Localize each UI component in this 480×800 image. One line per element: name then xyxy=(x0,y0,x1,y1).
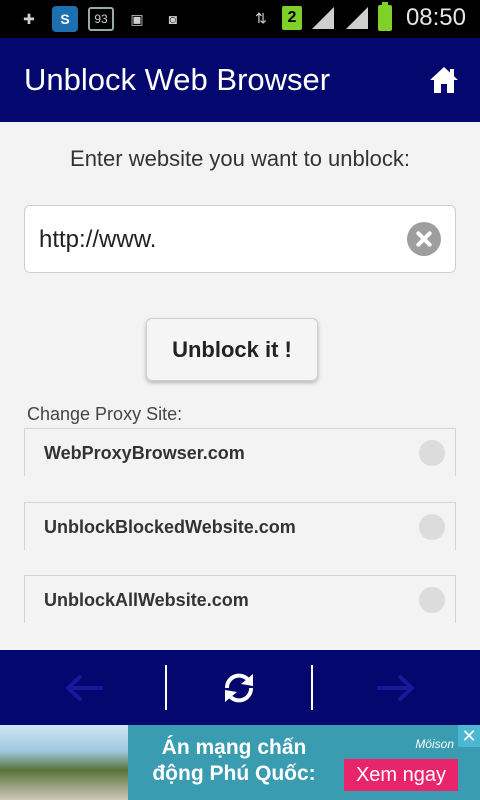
forward-button[interactable] xyxy=(354,650,440,725)
unblock-button[interactable]: Unblock it ! xyxy=(146,318,318,381)
status-right-icons: ⇅ 2 08:50 xyxy=(248,2,466,32)
ad-brand: Möison xyxy=(415,737,454,751)
home-button[interactable] xyxy=(428,64,460,96)
app-bar: Unblock Web Browser xyxy=(0,38,480,122)
status-left-icons: ✚ S 93 ▣ ◙ xyxy=(16,6,186,32)
gallery-icon: ▣ xyxy=(130,10,144,27)
clock: 08:50 xyxy=(405,4,466,31)
url-field-container xyxy=(24,205,456,273)
wifi-icon: ⇅ xyxy=(255,9,267,26)
ad-headline-line1: Án mạng chấn xyxy=(161,736,307,759)
skype-icon: S xyxy=(52,6,78,32)
ad-image xyxy=(0,725,128,800)
proxy-option-label: UnblockBlockedWebsite.com xyxy=(44,517,296,537)
app-title: Unblock Web Browser xyxy=(24,62,331,97)
proxy-option-label: WebProxyBrowser.com xyxy=(44,443,245,463)
ad-cta-button[interactable]: Xem ngay xyxy=(344,759,458,791)
proxy-radio[interactable] xyxy=(419,587,445,613)
nav-divider xyxy=(165,665,167,710)
signal-icon xyxy=(311,7,334,29)
back-button[interactable] xyxy=(40,650,126,725)
proxy-radio[interactable] xyxy=(419,514,445,540)
badge-icon: 93 xyxy=(88,7,114,31)
notification-count-badge: 2 xyxy=(281,6,302,30)
camera-icon: ◙ xyxy=(168,11,178,27)
proxy-option-webproxybrowser[interactable]: WebProxyBrowser.com xyxy=(24,428,456,476)
battery-icon xyxy=(377,2,392,31)
clear-icon[interactable] xyxy=(407,222,441,256)
ad-headline-line2: động Phú Quốc: xyxy=(152,762,316,785)
arrow-left-icon xyxy=(66,674,103,701)
unblock-prompt: Enter website you want to unblock: xyxy=(70,146,410,171)
ad-headline: Án mạng chấn động Phú Quốc: xyxy=(136,735,332,787)
signal-2-icon xyxy=(345,7,368,29)
add-notification-icon: ✚ xyxy=(23,10,35,27)
proxy-option-unblockblockedwebsite[interactable]: UnblockBlockedWebsite.com xyxy=(24,502,456,550)
proxy-option-label: UnblockAllWebsite.com xyxy=(44,590,249,610)
home-icon xyxy=(430,67,458,93)
refresh-icon xyxy=(224,673,254,702)
ad-banner[interactable]: Án mạng chấn động Phú Quốc: Möison Xem n… xyxy=(0,725,480,800)
proxy-radio[interactable] xyxy=(419,440,445,466)
status-bar: ✚ S 93 ▣ ◙ ⇅ 2 08:50 xyxy=(0,0,480,38)
ad-close-icon[interactable]: ✕ xyxy=(458,725,480,747)
arrow-right-icon xyxy=(377,674,414,701)
nav-divider xyxy=(311,665,313,710)
proxy-option-unblockallwebsite[interactable]: UnblockAllWebsite.com xyxy=(24,575,456,623)
url-input[interactable] xyxy=(37,223,401,257)
refresh-button[interactable] xyxy=(196,650,282,725)
change-proxy-label: Change Proxy Site: xyxy=(27,404,183,424)
bottom-nav-bar xyxy=(0,650,480,725)
